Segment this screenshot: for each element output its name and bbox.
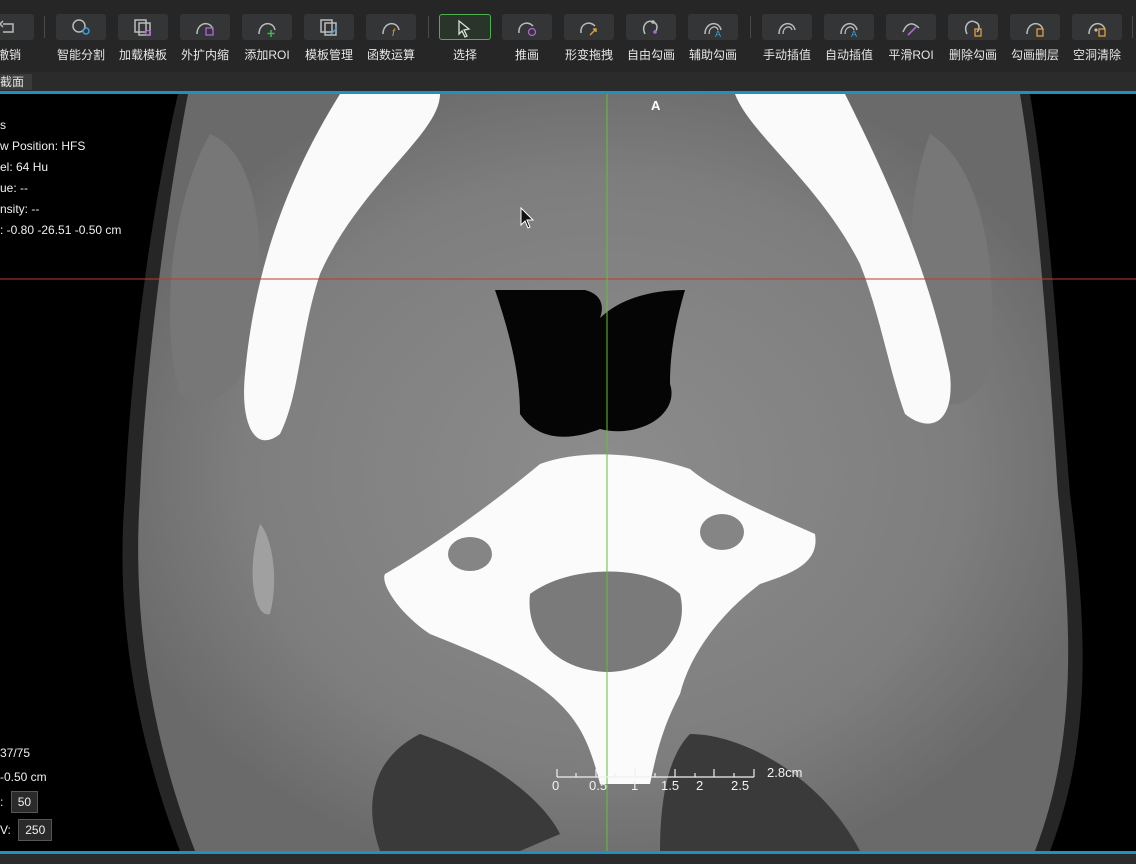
free-contour-button[interactable]: 自由勾画 <box>620 14 682 66</box>
svg-text:A: A <box>715 29 721 38</box>
overlay-value: ue: -- <box>0 181 29 195</box>
delete-contour-button[interactable]: 删除勾画 <box>942 14 1004 66</box>
deform-drag-button[interactable]: 形变拖拽 <box>558 14 620 66</box>
smart-segment-icon <box>56 14 106 40</box>
orientation-label: A <box>651 98 661 113</box>
load-template-label: 加载模板 <box>118 48 167 62</box>
density-value: nsity: -- <box>0 202 40 216</box>
delete-contour-label: 删除勾画 <box>948 48 997 62</box>
toolbar-divider <box>1132 16 1133 38</box>
scale-tick-label: 0.5 <box>589 778 608 793</box>
ct-viewport[interactable]: A s w Position: HFS el: 64 Hu ue: -- nsi… <box>0 91 1136 854</box>
scale-tick-label: 1.5 <box>661 778 680 793</box>
assist-contour-label: 辅助勾画 <box>688 48 737 62</box>
window-level: : 50 <box>0 791 39 813</box>
select-arrow-icon <box>439 14 491 40</box>
toolbar-divider <box>44 16 45 38</box>
slice-index: 37/75 <box>0 746 31 760</box>
select-button[interactable]: 选择 <box>434 14 496 66</box>
overlay-line-1: s <box>0 118 6 132</box>
function-calc-button[interactable]: f 函数运算 <box>360 14 422 66</box>
free-contour-label: 自由勾画 <box>626 48 675 62</box>
window-width: V: 250 <box>0 819 53 841</box>
auto-interp-icon: A <box>824 14 874 40</box>
load-template-button[interactable]: 加载模板 <box>112 14 174 66</box>
add-roi-button[interactable]: 添加ROI <box>236 14 298 66</box>
assist-contour-icon: A <box>688 14 738 40</box>
undo-label: 撤销 <box>0 48 21 62</box>
scale-tick-label: 2.5 <box>731 778 750 793</box>
toolbar: 撤销 智能分割 加载模板 外扩内缩 添加ROI 模板管理 f 函数运算 选择 推… <box>0 0 1136 72</box>
scale-tick-label: 1 <box>631 778 639 793</box>
window-width-label: V: <box>0 823 11 837</box>
delete-slice-label: 勾画删层 <box>1010 48 1059 62</box>
push-draw-button[interactable]: 推画 <box>496 14 558 66</box>
scale-length-label: 2.8cm <box>767 765 803 780</box>
slice-position: -0.50 cm <box>0 770 47 784</box>
expand-shrink-icon <box>180 14 230 40</box>
smooth-roi-icon <box>886 14 936 40</box>
smooth-roi-label: 平滑ROI <box>888 48 934 62</box>
delete-slice-icon <box>1010 14 1060 40</box>
scale-tick-label: 0 <box>552 778 560 793</box>
toolbar-divider <box>750 16 751 38</box>
expand-shrink-label: 外扩内缩 <box>180 48 229 62</box>
add-roi-icon <box>242 14 292 40</box>
push-draw-label: 推画 <box>514 48 539 62</box>
patient-position: w Position: HFS <box>0 139 86 153</box>
template-manage-label: 模板管理 <box>304 48 353 62</box>
hole-clear-label: 空洞清除 <box>1072 48 1121 62</box>
push-draw-icon <box>502 14 552 40</box>
toolbar-divider <box>428 16 429 38</box>
svg-text:A: A <box>851 29 857 38</box>
function-calc-icon: f <box>366 14 416 40</box>
scale-tick-label: 2 <box>696 778 704 793</box>
auto-interp-button[interactable]: A 自动插值 <box>818 14 880 66</box>
smart-segment-button[interactable]: 智能分割 <box>50 14 112 66</box>
manual-interp-icon <box>762 14 812 40</box>
template-manage-icon <box>304 14 354 40</box>
undo-button[interactable]: 撤销 <box>0 14 40 66</box>
function-calc-label: 函数运算 <box>366 48 415 62</box>
expand-shrink-button[interactable]: 外扩内缩 <box>174 14 236 66</box>
undo-icon <box>0 14 34 40</box>
tab-cross-section[interactable]: 截面 <box>0 74 33 90</box>
ct-axial-image <box>0 94 1136 851</box>
view-tabbar: 截面 <box>0 72 1136 92</box>
hole-clear-button[interactable]: 空洞清除 <box>1066 14 1128 66</box>
assist-contour-button[interactable]: A 辅助勾画 <box>682 14 744 66</box>
template-manage-button[interactable]: 模板管理 <box>298 14 360 66</box>
window-width-input[interactable]: 250 <box>18 819 53 841</box>
smooth-roi-button[interactable]: 平滑ROI <box>880 14 942 66</box>
deform-drag-label: 形变拖拽 <box>564 48 613 62</box>
manual-interp-label: 手动插值 <box>762 48 811 62</box>
delete-contour-icon <box>948 14 998 40</box>
free-contour-icon <box>626 14 676 40</box>
window-level-input[interactable]: 50 <box>10 791 39 813</box>
hole-clear-icon <box>1072 14 1122 40</box>
window-level-label: : <box>0 795 4 809</box>
add-roi-label: 添加ROI <box>244 48 290 62</box>
delete-slice-button[interactable]: 勾画删层 <box>1004 14 1066 66</box>
load-template-icon <box>118 14 168 40</box>
cursor-coordinates: : -0.80 -26.51 -0.50 cm <box>0 223 122 237</box>
manual-interp-button[interactable]: 手动插值 <box>756 14 818 66</box>
pixel-value: el: 64 Hu <box>0 160 49 174</box>
status-bar <box>0 854 1136 864</box>
auto-interp-label: 自动插值 <box>824 48 873 62</box>
smart-segment-label: 智能分割 <box>56 48 105 62</box>
deform-drag-icon <box>564 14 614 40</box>
svg-text:f: f <box>392 28 396 38</box>
select-label: 选择 <box>452 48 477 62</box>
